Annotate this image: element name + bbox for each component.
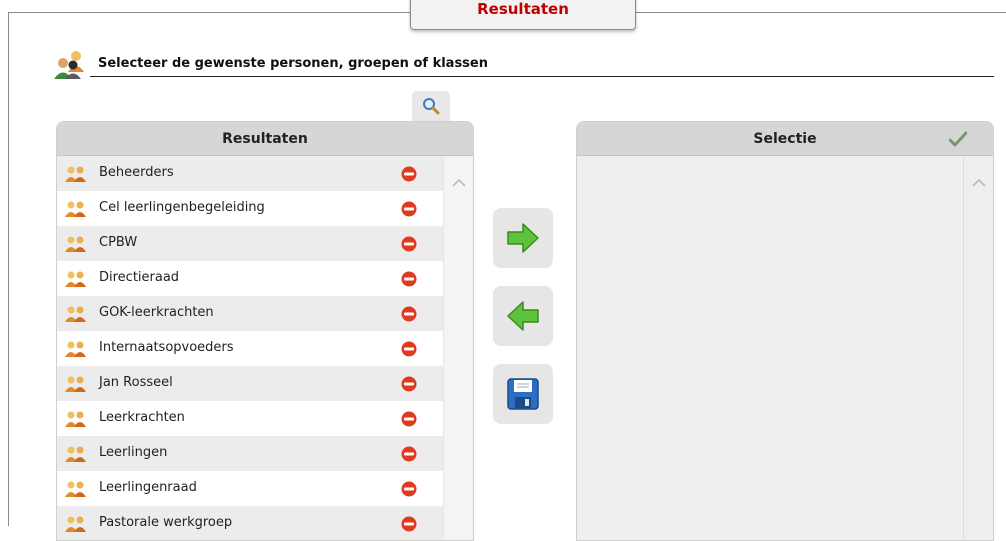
list-item[interactable]: Beheerders (57, 156, 445, 191)
selection-panel: Selectie (576, 121, 994, 541)
remove-icon[interactable] (401, 376, 417, 396)
group-icon (65, 165, 87, 187)
list-item-label: Jan Rosseel (99, 375, 173, 390)
list-item[interactable]: Jan Rosseel (57, 366, 445, 401)
results-panel-title: Resultaten (222, 131, 308, 147)
remove-icon[interactable] (401, 166, 417, 186)
list-item-label: CPBW (99, 235, 138, 250)
save-icon (507, 378, 539, 410)
list-item-label: Leerlingenraad (99, 480, 197, 495)
remove-icon[interactable] (401, 516, 417, 536)
list-item-label: Leerkrachten (99, 410, 185, 425)
remove-from-selection-button[interactable] (493, 286, 553, 346)
checkmark-icon[interactable] (949, 131, 967, 147)
selection-panel-header: Selectie (577, 122, 993, 156)
results-list: Beheerders Cel leerlingenbegeleiding CPBW D… (57, 156, 445, 540)
list-item-label: Beheerders (99, 165, 174, 180)
scroll-up-icon[interactable] (452, 178, 466, 188)
list-item[interactable]: GOK-leerkrachten (57, 296, 445, 331)
arrow-left-icon (507, 301, 539, 331)
group-icon (65, 515, 87, 537)
search-icon (423, 98, 440, 115)
page-title: Selecteer de gewenste personen, groepen … (98, 56, 488, 71)
selection-scrollbar[interactable] (963, 156, 993, 540)
remove-icon[interactable] (401, 341, 417, 361)
list-item[interactable]: Directieraad (57, 261, 445, 296)
group-icon (65, 410, 87, 432)
remove-icon[interactable] (401, 411, 417, 431)
list-item[interactable]: Cel leerlingenbegeleiding (57, 191, 445, 226)
results-panel-header: Resultaten (57, 122, 473, 156)
page-frame-top (636, 12, 1006, 13)
save-button[interactable] (493, 364, 553, 424)
list-item[interactable]: Leerkrachten (57, 401, 445, 436)
group-icon (65, 480, 87, 502)
scroll-up-icon[interactable] (972, 178, 986, 188)
selection-panel-title: Selectie (753, 131, 817, 147)
remove-icon[interactable] (401, 306, 417, 326)
list-item[interactable]: Leerlingen (57, 436, 445, 471)
tab-resultaten[interactable]: Resultaten (410, 0, 636, 30)
tab-label: Resultaten (477, 0, 569, 18)
list-item[interactable]: Leerlingenraad (57, 471, 445, 506)
group-icon (65, 375, 87, 397)
group-icon (65, 445, 87, 467)
list-item[interactable]: CPBW (57, 226, 445, 261)
list-item-label: Directieraad (99, 270, 180, 285)
group-icon (65, 305, 87, 327)
list-item-label: GOK-leerkrachten (99, 305, 214, 320)
group-icon (65, 235, 87, 257)
list-item[interactable]: Pastorale werkgroep (57, 506, 445, 540)
list-item-label: Pastorale werkgroep (99, 515, 233, 530)
group-icon (65, 200, 87, 222)
list-item-label: Internaatsopvoeders (99, 340, 234, 355)
remove-icon[interactable] (401, 481, 417, 501)
group-icon (65, 340, 87, 362)
page-frame-left (8, 12, 9, 526)
results-panel: Resultaten Beheerders Cel leerlingenbegel… (56, 121, 474, 541)
list-item-label: Cel leerlingenbegeleiding (99, 200, 265, 215)
header-divider (90, 76, 994, 77)
remove-icon[interactable] (401, 201, 417, 221)
arrow-right-icon (507, 223, 539, 253)
remove-icon[interactable] (401, 236, 417, 256)
people-group-icon (54, 51, 84, 79)
remove-icon[interactable] (401, 271, 417, 291)
list-item[interactable]: Internaatsopvoeders (57, 331, 445, 366)
remove-icon[interactable] (401, 446, 417, 466)
page-frame-top (8, 12, 410, 13)
results-scrollbar[interactable] (443, 156, 473, 540)
list-item-label: Leerlingen (99, 445, 168, 460)
group-icon (65, 270, 87, 292)
section-header: Selecteer de gewenste personen, groepen … (52, 50, 994, 80)
search-button[interactable] (412, 91, 450, 121)
add-to-selection-button[interactable] (493, 208, 553, 268)
